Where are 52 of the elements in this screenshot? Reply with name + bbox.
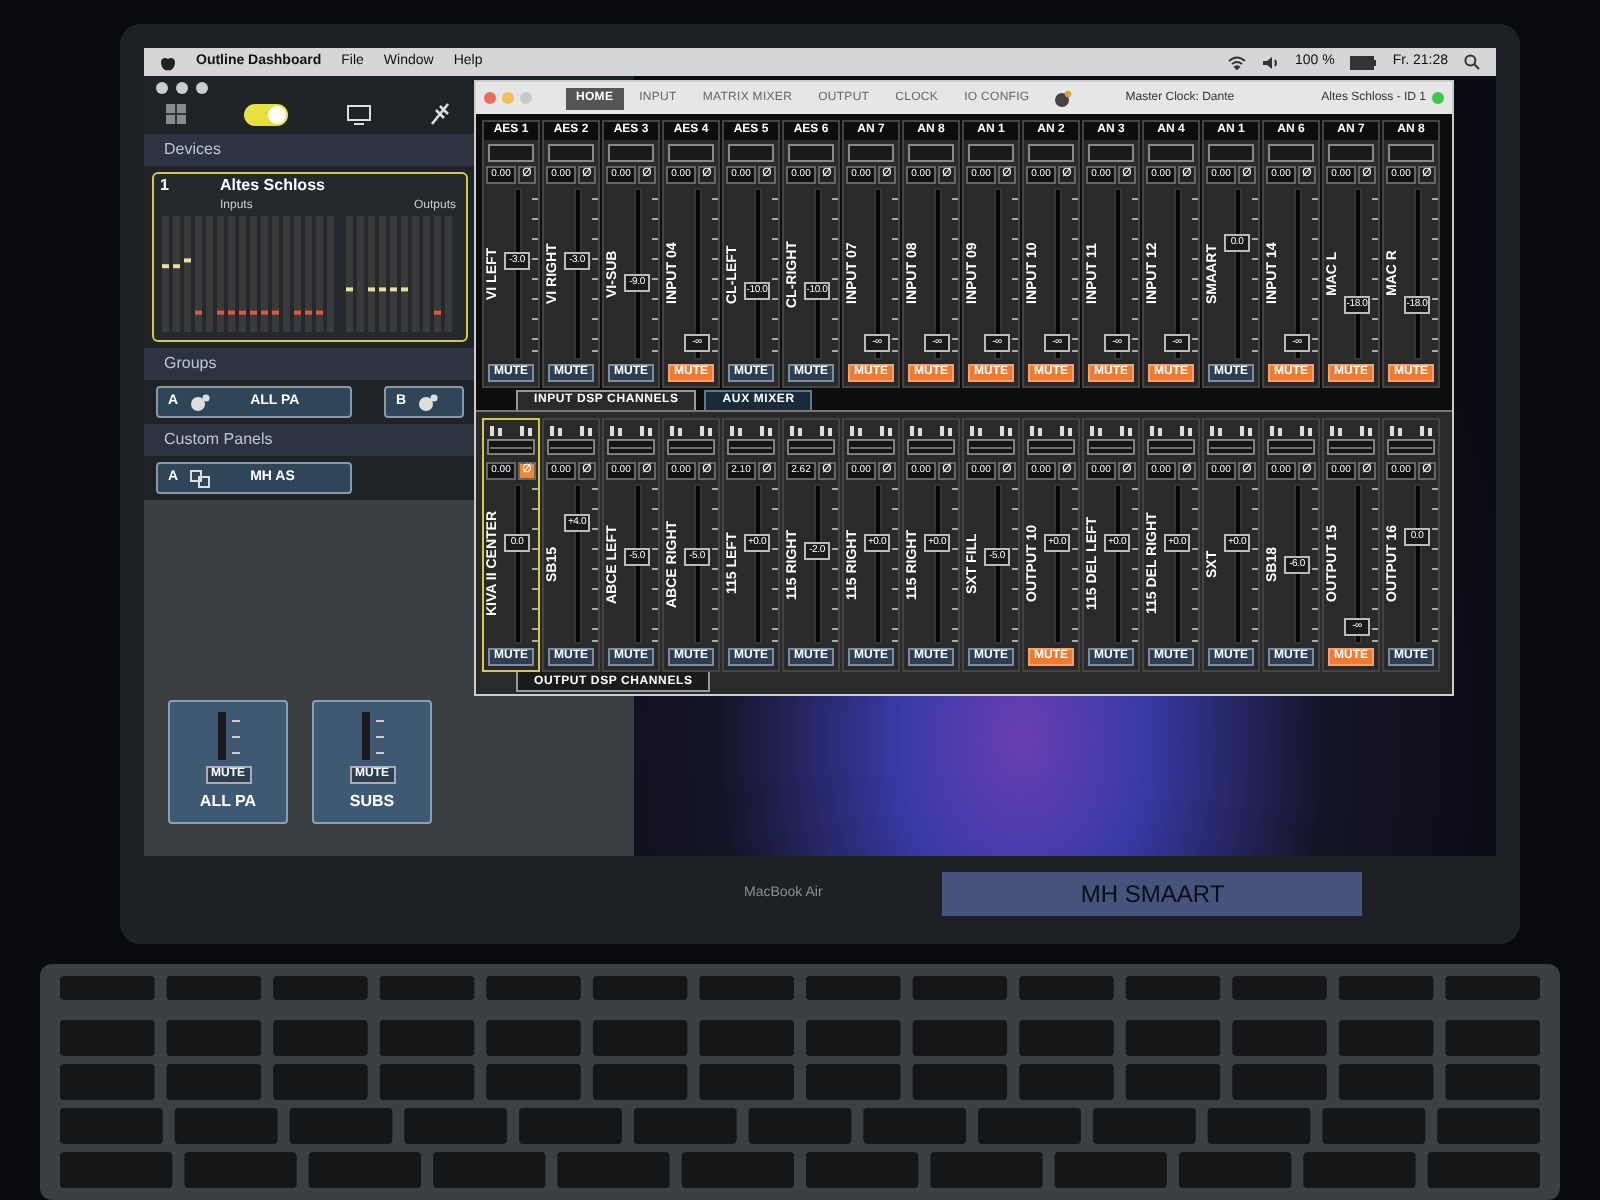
volume-icon[interactable] [1261, 55, 1279, 69]
eq-bars-icon [1386, 422, 1436, 458]
eq-bars-icon [846, 422, 896, 458]
eq-bars-icon [906, 422, 956, 458]
apple-icon[interactable] [160, 53, 176, 71]
eq-preview-icon [1328, 144, 1374, 162]
logo-icon [1053, 89, 1072, 107]
eq-bars-icon [726, 422, 776, 458]
monitor-icon[interactable] [344, 103, 372, 125]
eq-bars-icon [1026, 422, 1076, 458]
group-icon [418, 393, 439, 411]
group-fader-name: SUBS [349, 790, 395, 814]
eq-bars-icon [606, 422, 656, 458]
eq-preview-icon [668, 144, 714, 162]
name-sticker: MH SMAART [942, 872, 1363, 916]
eq-bars-icon [486, 422, 536, 458]
eq-preview-icon [848, 144, 894, 162]
device-name: Altes Schloss [220, 174, 325, 198]
eq-bars-icon [966, 422, 1016, 458]
panel-icon [190, 469, 211, 487]
eq-preview-icon [1088, 144, 1134, 162]
eq-bars-icon [1206, 422, 1256, 458]
eq-preview-icon [728, 144, 774, 162]
fader-scale-icon [532, 484, 538, 644]
eq-bars-icon [786, 422, 836, 458]
device-number: 1 [160, 174, 171, 198]
battery-icon[interactable] [1350, 55, 1377, 69]
eq-preview-icon [548, 144, 594, 162]
eq-bars-icon [1326, 422, 1376, 458]
search-icon[interactable] [1464, 54, 1480, 70]
eq-bars-icon [546, 422, 596, 458]
group-fader-name: ALL PA [199, 790, 257, 814]
eq-preview-icon [488, 144, 534, 162]
group-icon [190, 393, 211, 411]
eq-preview-icon [1028, 144, 1074, 162]
fader-scale-icon [214, 712, 242, 760]
eq-bars-icon [1266, 422, 1316, 458]
toggle-switch[interactable] [244, 103, 288, 125]
wifi-icon[interactable] [1227, 55, 1245, 69]
eq-bars-icon [666, 422, 716, 458]
eq-preview-icon [968, 144, 1014, 162]
grid-icon[interactable] [164, 102, 188, 126]
eq-bars-icon [1086, 422, 1136, 458]
eq-preview-icon [1268, 144, 1314, 162]
eq-preview-icon [608, 144, 654, 162]
eq-preview-icon [1388, 144, 1434, 162]
fader-scale-icon [358, 712, 386, 760]
eq-preview-icon [788, 144, 834, 162]
eq-preview-icon [1208, 144, 1254, 162]
eq-bars-icon [1146, 422, 1196, 458]
eq-preview-icon [908, 144, 954, 162]
eq-preview-icon [1148, 144, 1194, 162]
